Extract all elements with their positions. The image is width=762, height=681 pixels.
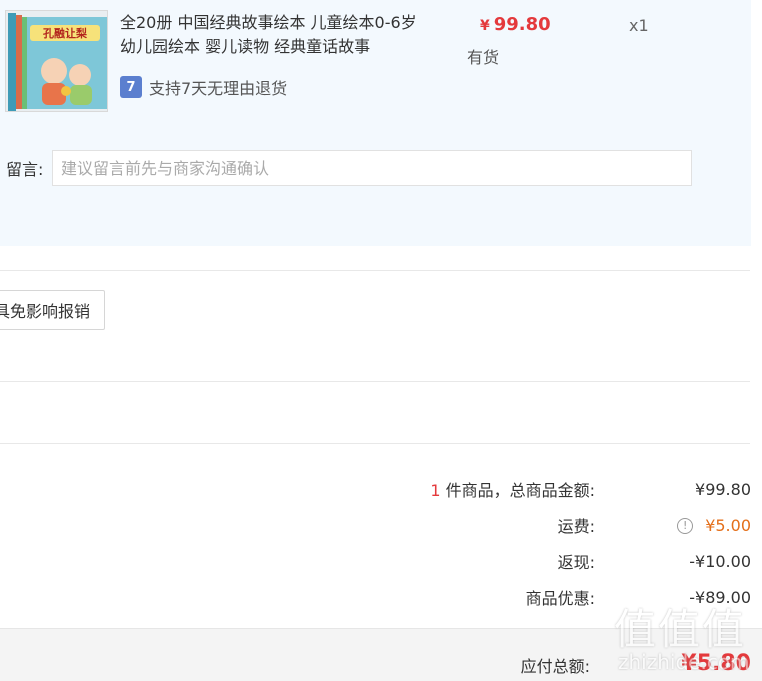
summary-items-row: 1 件商品，总商品金额: ¥99.80 <box>430 477 751 501</box>
watermark-text: zhizhide.com <box>618 650 750 674</box>
shipping-value-wrap: ! ¥5.00 <box>595 516 751 535</box>
shipping-value: ¥5.00 <box>705 515 751 535</box>
cashback-label: 返现: <box>557 553 595 572</box>
divider <box>0 443 750 444</box>
cashback-value: -¥10.00 <box>689 551 751 571</box>
unit-price: ¥99.80 <box>480 14 551 35</box>
book-cover-illustration: 孔融让梨 <box>6 11 107 111</box>
quantity: x1 <box>629 16 649 35</box>
info-icon[interactable]: ! <box>677 518 694 534</box>
summary-cashback-row: 返现: -¥10.00 <box>558 549 751 573</box>
summary-shipping-row: 运费: ! ¥5.00 <box>558 513 751 537</box>
reimburse-button[interactable]: 具免影响报销 <box>0 290 105 330</box>
total-label: 应付总额: <box>520 657 590 676</box>
currency-symbol: ¥ <box>480 18 490 34</box>
return-policy[interactable]: 7 支持7天无理由退货 <box>120 75 287 99</box>
summary-items-value: ¥99.80 <box>695 479 751 499</box>
summary-items-label: 1 件商品，总商品金额: <box>430 477 595 501</box>
site-watermark: 值值值 zhizhide.com <box>614 596 754 676</box>
order-item-panel: 孔融让梨 全20册 中国经典故事绘本 儿童绘本0-6岁 幼儿园绘本 婴儿读物 经… <box>0 0 751 246</box>
item-count: 1 <box>430 481 441 500</box>
seven-day-return-icon: 7 <box>120 76 142 98</box>
divider <box>0 381 750 382</box>
message-label: 留言: <box>6 160 44 179</box>
shipping-label: 运费: <box>557 517 595 536</box>
book-cover-title: 孔融让梨 <box>43 26 88 40</box>
stock-status: 有货 <box>467 48 500 67</box>
watermark-logo: 值值值 <box>614 605 747 654</box>
product-title[interactable]: 全20册 中国经典故事绘本 儿童绘本0-6岁 幼儿园绘本 婴儿读物 经典童话故事 <box>120 11 430 59</box>
message-input[interactable] <box>52 150 692 186</box>
product-thumbnail[interactable]: 孔融让梨 <box>5 10 108 112</box>
divider <box>0 270 750 271</box>
return-policy-text: 支持7天无理由退货 <box>149 79 288 98</box>
discount-label: 商品优惠: <box>525 589 595 608</box>
price-value: 99.80 <box>493 14 551 35</box>
items-label-text: 件商品，总商品金额: <box>440 481 595 500</box>
